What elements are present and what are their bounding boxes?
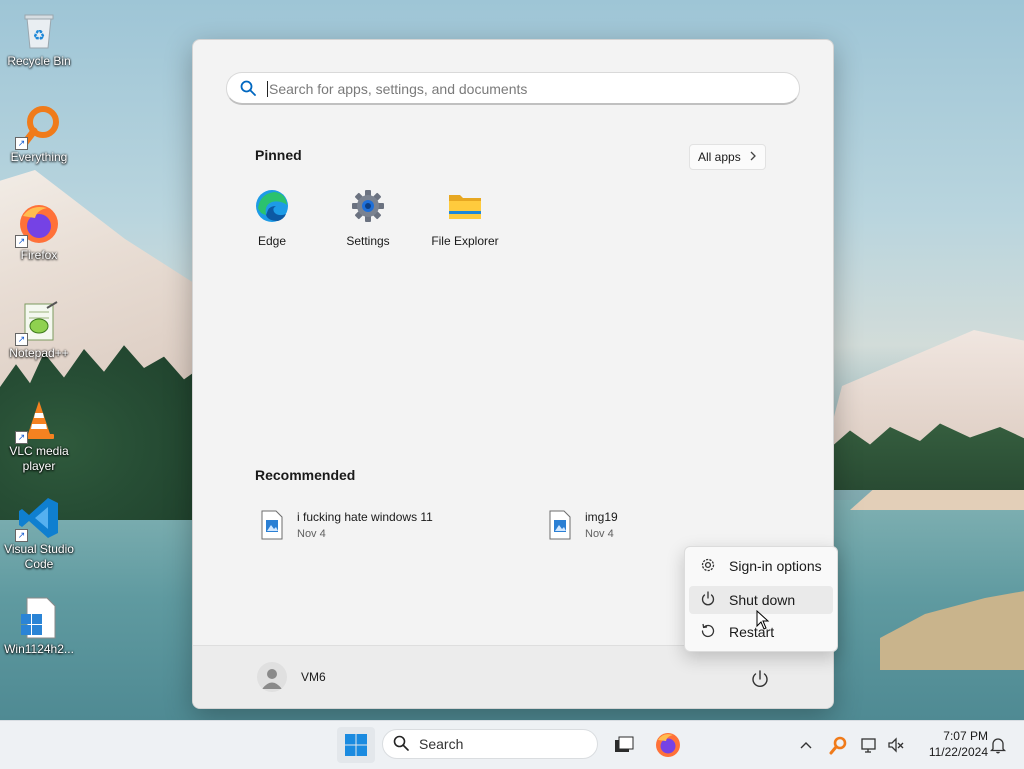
start-search-box[interactable] [226, 72, 800, 105]
notepadpp-icon: ↗ [15, 300, 61, 346]
gear-icon [350, 188, 386, 224]
recycle-bin-icon: ♻ [17, 8, 61, 52]
svg-text:♻: ♻ [33, 28, 46, 44]
user-name: VM6 [301, 670, 326, 684]
start-search-input[interactable] [267, 77, 791, 101]
recommended-title: Recommended [255, 467, 356, 483]
power-button[interactable] [747, 666, 773, 692]
pinned-app-edge[interactable]: Edge [224, 188, 320, 248]
recommended-item-date: Nov 4 [585, 528, 614, 540]
pinned-app-file-explorer[interactable]: File Explorer [417, 188, 513, 248]
bell-icon [989, 738, 1007, 754]
desktop-icon-label: Everything [10, 150, 68, 164]
gear-icon [699, 556, 717, 577]
vlc-cone-icon: ↗ [15, 398, 61, 444]
recommended-item-name: i fucking hate windows 11 [297, 510, 433, 524]
recommended-item-date: Nov 4 [297, 528, 326, 540]
mouse-cursor-icon [756, 609, 770, 633]
disc-image-file-icon [17, 596, 61, 640]
user-account-button[interactable]: VM6 [257, 662, 326, 692]
desktop-icon-label: VLC media player [9, 444, 69, 473]
power-options-menu: Sign-in options Shut down Restart [684, 546, 838, 652]
network-icon[interactable] [860, 735, 880, 755]
clock-date: 11/22/2024 [928, 745, 988, 759]
desktop-icon-everything[interactable]: ↗ Everything [0, 104, 78, 165]
desktop-icon-notepadpp[interactable]: ↗ Notepad++ [0, 300, 78, 361]
pinned-app-label: Edge [257, 234, 287, 248]
power-icon [752, 670, 768, 688]
menu-item-label: Shut down [729, 592, 796, 608]
chevron-up-icon [800, 742, 812, 749]
all-apps-label: All apps [698, 150, 741, 164]
taskbar: Search 7:07 PM 11/22/2024 [0, 720, 1024, 769]
pinned-title: Pinned [255, 147, 302, 163]
search-icon [240, 80, 256, 99]
power-icon [699, 590, 717, 611]
taskbar-clock[interactable]: 7:07 PM 11/22/2024 [912, 728, 988, 760]
desktop-icon-label: Recycle Bin [7, 54, 71, 68]
text-caret [267, 81, 268, 97]
clock-time: 7:07 PM [943, 729, 988, 743]
volume-muted-icon[interactable] [886, 735, 906, 755]
pinned-app-label: Settings [346, 234, 390, 248]
desktop-icon-vlc[interactable]: ↗ VLC media player [0, 398, 78, 474]
desktop-icon-label: Notepad++ [9, 346, 69, 360]
menu-item-sign-in-options[interactable]: Sign-in options [689, 552, 833, 580]
taskbar-search[interactable]: Search [382, 729, 598, 759]
task-view-icon [615, 736, 634, 752]
start-button[interactable] [337, 727, 375, 763]
desktop-icon-label: Firefox [20, 248, 58, 262]
show-hidden-icons-button[interactable] [796, 735, 816, 755]
recommended-item-name: img19 [585, 510, 618, 524]
restart-icon [699, 622, 717, 643]
desktop-icon-label: Visual Studio Code [4, 542, 74, 571]
desktop-icon-vscode[interactable]: ↗ Visual Studio Code [0, 496, 78, 572]
firefox-icon [656, 733, 680, 757]
folder-icon [447, 188, 483, 224]
recommended-item[interactable]: img19 Nov 4 [549, 510, 618, 540]
chevron-right-icon [749, 150, 757, 164]
menu-item-label: Sign-in options [729, 558, 822, 574]
desktop-icon-firefox[interactable]: ↗ Firefox [0, 202, 78, 263]
desktop-icon-win-iso[interactable]: Win1124h2... [0, 596, 78, 657]
notifications-button[interactable] [988, 735, 1008, 755]
tray-everything-icon[interactable] [828, 735, 848, 755]
recommended-item[interactable]: i fucking hate windows 11 Nov 4 [261, 510, 433, 540]
image-file-icon [261, 510, 283, 540]
image-file-icon [549, 510, 571, 540]
avatar [257, 662, 287, 692]
task-view-button[interactable] [608, 729, 640, 761]
everything-search-icon: ↗ [15, 104, 61, 150]
search-icon [393, 735, 409, 754]
edge-icon [254, 188, 290, 224]
vscode-icon: ↗ [15, 496, 61, 542]
pinned-app-label: File Explorer [431, 234, 499, 248]
start-menu-footer: VM6 [193, 645, 833, 708]
desktop-icon-label: Win1124h2... [4, 642, 74, 656]
taskbar-firefox-button[interactable] [652, 729, 684, 761]
desktop-icon-recycle-bin[interactable]: ♻ Recycle Bin [0, 8, 78, 69]
firefox-icon: ↗ [15, 202, 61, 248]
pinned-app-settings[interactable]: Settings [320, 188, 416, 248]
all-apps-button[interactable]: All apps [689, 144, 766, 170]
windows-logo-icon [345, 734, 367, 756]
taskbar-search-label: Search [419, 736, 464, 752]
